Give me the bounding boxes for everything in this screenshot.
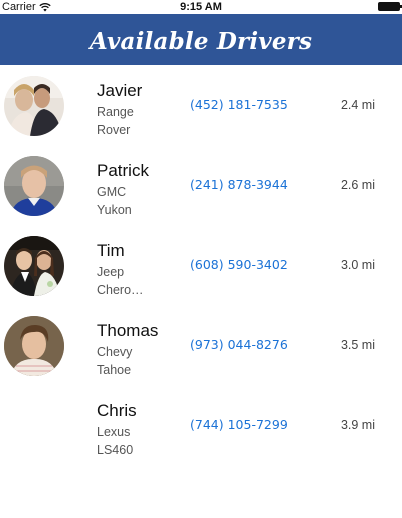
driver-avatar: [4, 236, 64, 296]
driver-name: Chris: [97, 401, 137, 420]
vehicle-make: Lexus: [97, 425, 131, 439]
driver-vehicle: GMC Yukon: [97, 183, 159, 219]
vehicle-make: Range: [97, 105, 134, 119]
driver-distance: 3.0 mi: [340, 258, 375, 272]
phone-link[interactable]: (744) 105-7299: [190, 417, 288, 433]
vehicle-model: Yukon: [97, 203, 132, 217]
page-title: Available Drivers: [89, 28, 313, 55]
driver-photo-icon: [4, 236, 64, 296]
vehicle-make: Chevy: [97, 345, 133, 359]
battery-icon: [378, 2, 402, 11]
vehicle-make: GMC: [97, 185, 127, 199]
driver-distance: 3.5 mi: [340, 338, 375, 352]
vehicle-model: Chero…: [97, 283, 144, 297]
driver-name: Tim: [97, 241, 125, 260]
driver-vehicle: Chevy Tahoe: [97, 343, 159, 379]
vehicle-model: Rover: [97, 123, 131, 137]
driver-list: Javier Range Rover (452) 181-7535 2.4 mi…: [0, 65, 402, 465]
driver-avatar: [4, 76, 64, 136]
driver-row[interactable]: Tim Jeep Chero… (608) 590-3402 3.0 mi: [0, 225, 402, 305]
vehicle-model: Tahoe: [97, 363, 132, 377]
driver-photo-icon: [4, 316, 64, 376]
navigation-bar: Available Drivers: [0, 14, 402, 65]
driver-name: Thomas: [97, 321, 159, 340]
phone-link[interactable]: (241) 878-3944: [190, 177, 288, 193]
status-bar: Carrier 9:15 AM: [0, 0, 402, 14]
driver-distance: 2.6 mi: [340, 178, 375, 192]
driver-name: Javier: [97, 81, 143, 100]
driver-distance: 3.9 mi: [340, 418, 375, 432]
driver-vehicle: Jeep Chero…: [97, 263, 159, 299]
driver-row[interactable]: Thomas Chevy Tahoe (973) 044-8276 3.5 mi: [0, 305, 402, 385]
driver-row[interactable]: Patrick GMC Yukon (241) 878-3944 2.6 mi: [0, 145, 402, 225]
driver-row[interactable]: Javier Range Rover (452) 181-7535 2.4 mi: [0, 65, 402, 145]
driver-vehicle: Range Rover: [97, 103, 159, 139]
driver-photo-icon: [4, 76, 64, 136]
phone-link[interactable]: (973) 044-8276: [190, 337, 288, 353]
phone-link[interactable]: (452) 181-7535: [190, 97, 288, 113]
driver-distance: 2.4 mi: [340, 98, 375, 112]
phone-link[interactable]: (608) 590-3402: [190, 257, 288, 273]
vehicle-make: Jeep: [97, 265, 125, 279]
status-time: 9:15 AM: [180, 1, 222, 13]
driver-avatar: [4, 156, 64, 216]
driver-photo-icon: [4, 156, 64, 216]
driver-row[interactable]: Chris Lexus LS460 (744) 105-7299 3.9 mi: [0, 385, 402, 465]
driver-vehicle: Lexus LS460: [97, 423, 159, 459]
vehicle-model: LS460: [97, 443, 134, 457]
driver-name: Patrick: [97, 161, 149, 180]
driver-avatar: [4, 316, 64, 376]
